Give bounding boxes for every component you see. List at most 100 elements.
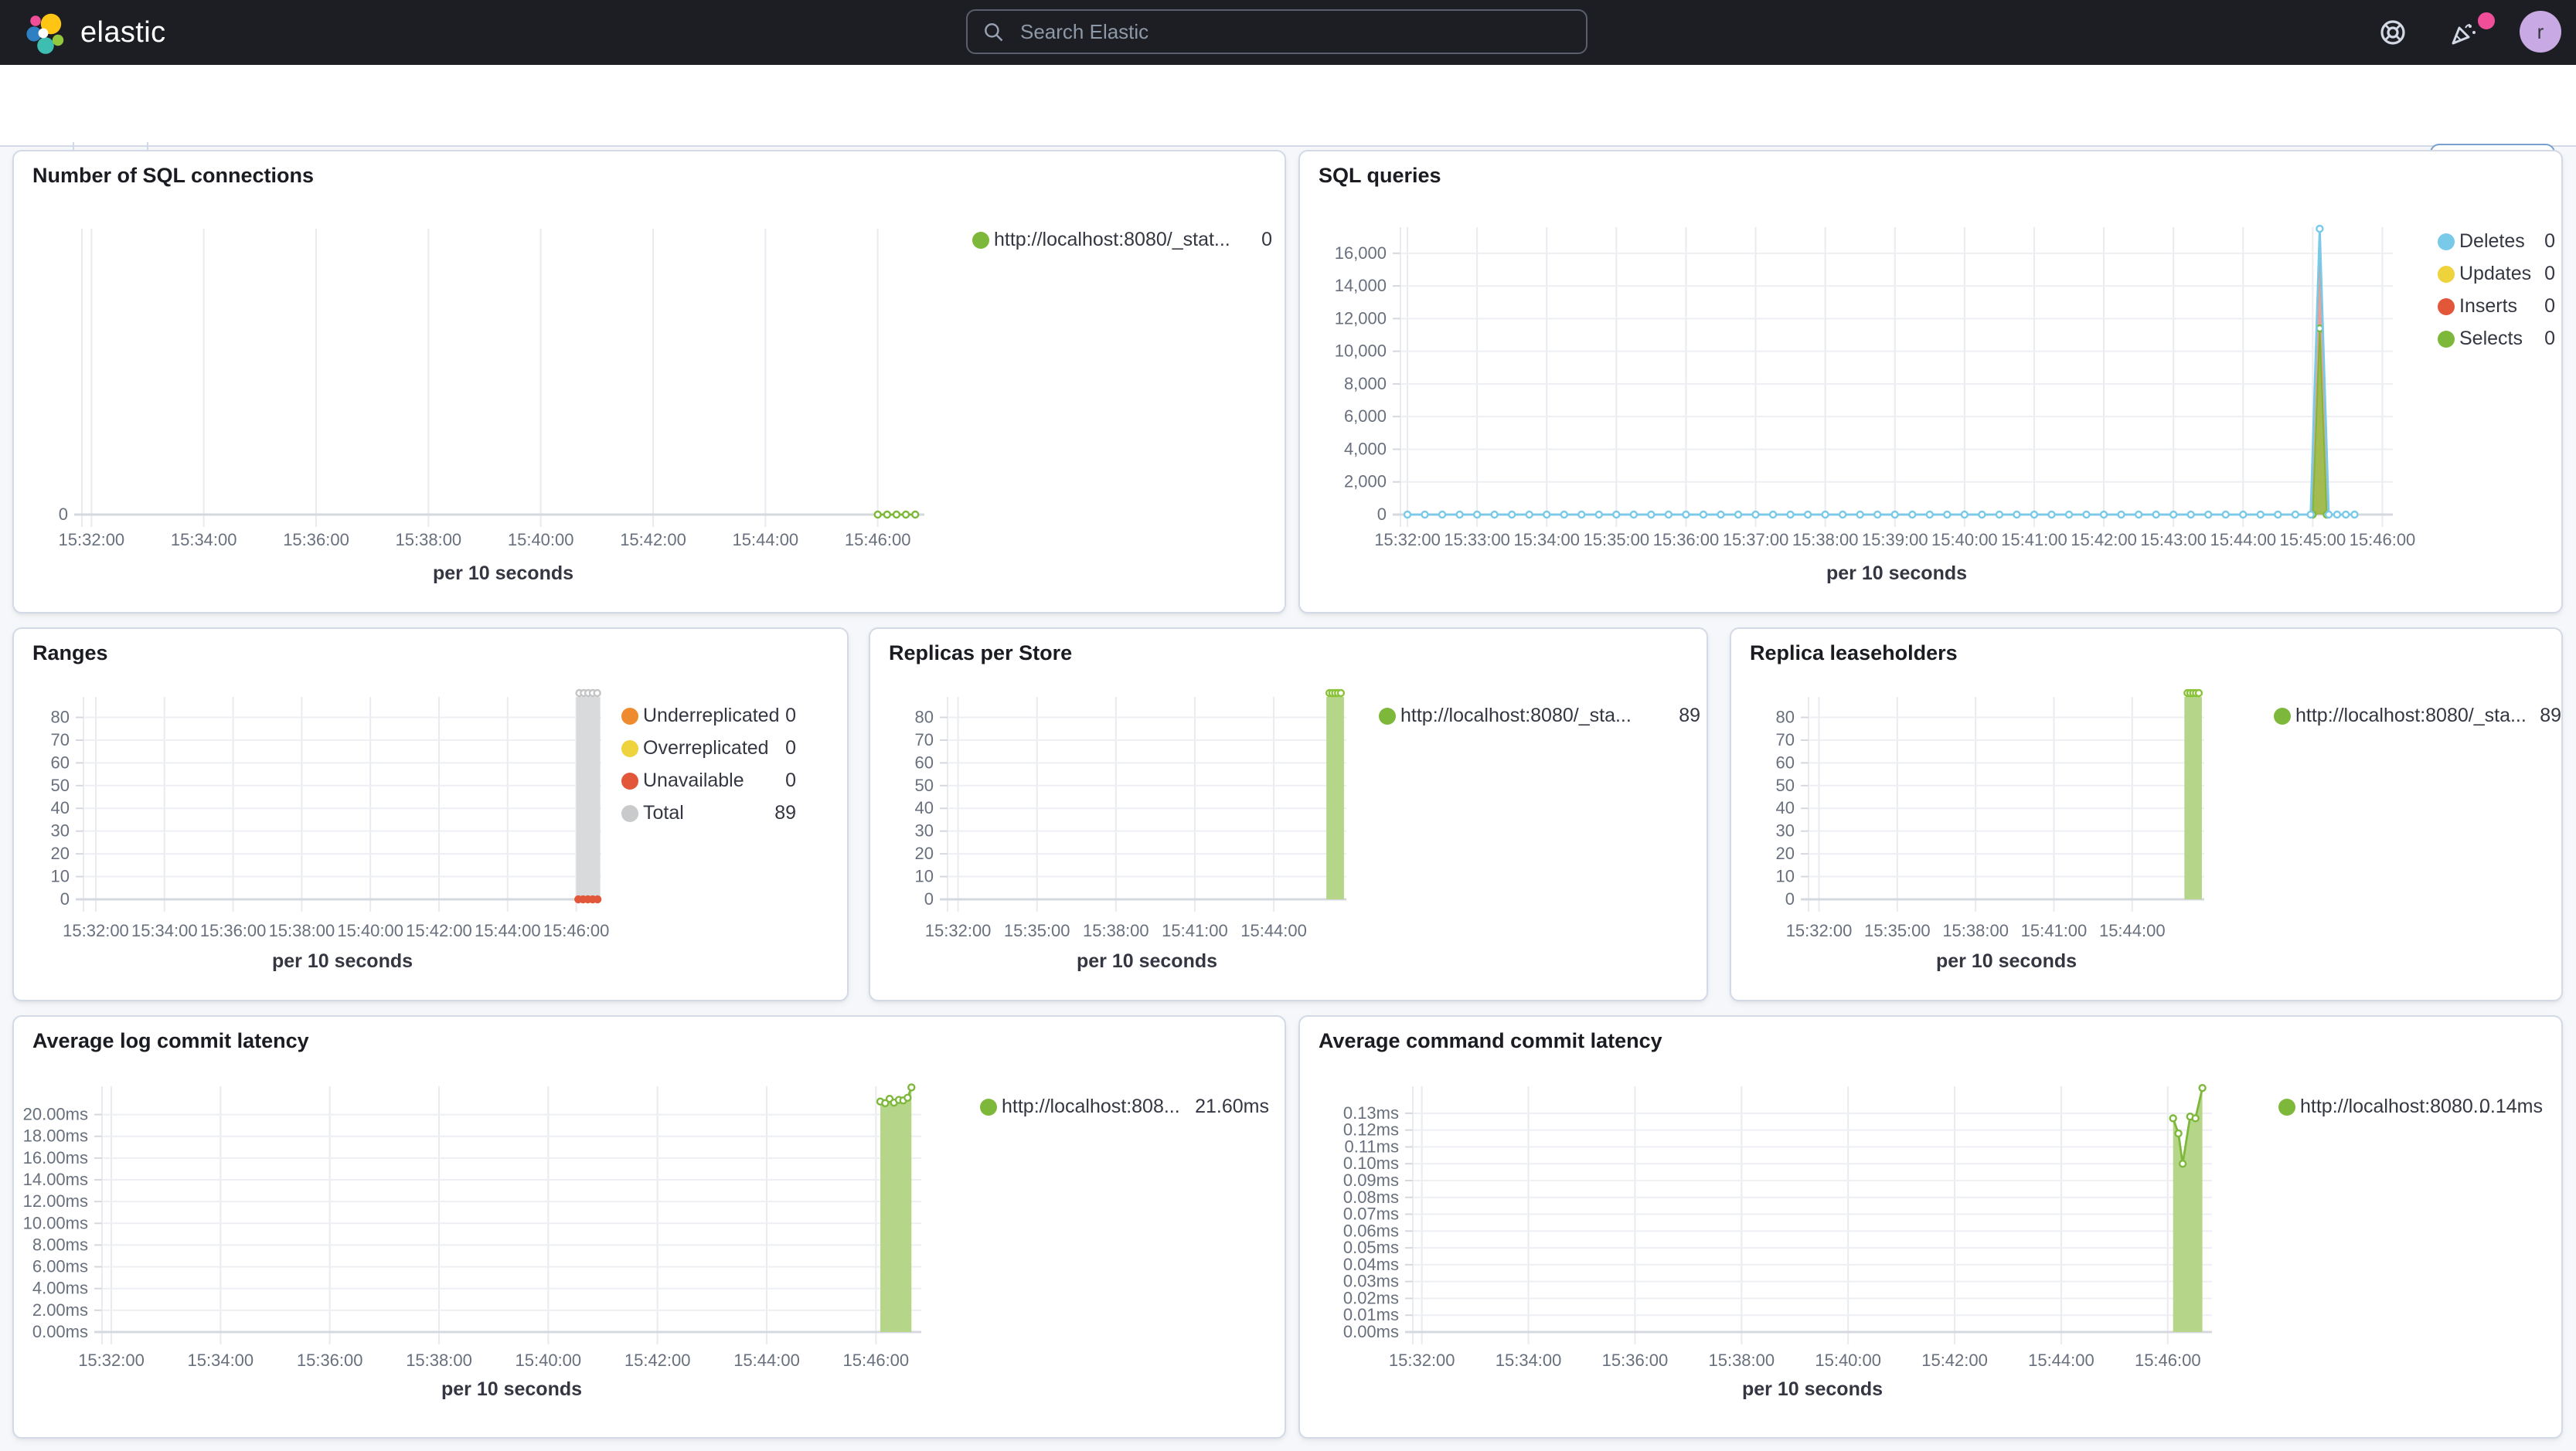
svg-text:20: 20 xyxy=(915,844,934,863)
svg-text:15:32:00: 15:32:00 xyxy=(78,1351,145,1370)
svg-text:0.10ms: 0.10ms xyxy=(1343,1154,1399,1173)
legend-item-http-localhost-8080-[interactable]: http://localhost:8080... 0.14ms xyxy=(1300,1096,2561,1119)
legend-value: 0 xyxy=(785,770,796,791)
newsfeed-icon[interactable] xyxy=(2450,19,2478,46)
svg-text:10: 10 xyxy=(1776,867,1795,886)
global-search[interactable] xyxy=(966,9,1587,54)
legend-item-unavailable[interactable]: Unavailable 0 xyxy=(14,770,847,793)
legend-item-deletes[interactable]: Deletes 0 xyxy=(1300,230,2561,253)
chart-sql-queries[interactable]: 0 2,000 4,000 6,000 8,000 10,000 12,000 14,000 1… xyxy=(1300,151,2561,612)
panel-title: Replica leaseholders xyxy=(1750,641,1958,664)
svg-text:15:38:00: 15:38:00 xyxy=(396,530,462,549)
svg-text:15:44:00: 15:44:00 xyxy=(733,1351,800,1370)
svg-text:15:36:00: 15:36:00 xyxy=(297,1351,363,1370)
svg-text:15:32:00: 15:32:00 xyxy=(925,921,992,940)
svg-text:15:37:00: 15:37:00 xyxy=(1723,530,1789,549)
svg-text:15:46:00: 15:46:00 xyxy=(843,1351,910,1370)
legend-item-updates[interactable]: Updates 0 xyxy=(1300,263,2561,286)
svg-text:0.00ms: 0.00ms xyxy=(1343,1322,1399,1341)
svg-text:20: 20 xyxy=(1776,844,1795,863)
legend-item-http-localhost-8080-stat-[interactable]: http://localhost:8080/_stat... 0 xyxy=(14,229,1285,252)
legend-item-overreplicated[interactable]: Overreplicated 0 xyxy=(14,737,847,760)
search-icon xyxy=(985,22,1003,41)
legend-item-total[interactable]: Total 89 xyxy=(14,802,847,825)
user-avatar[interactable]: r xyxy=(2520,11,2561,53)
panel-average-log-commit-latency: 0.00ms 2.00ms 4.00ms 6.00ms 8.00ms 10.00ms 12.… xyxy=(12,1015,1286,1439)
legend-series-dot xyxy=(972,232,989,249)
svg-text:30: 30 xyxy=(1776,821,1795,841)
svg-text:0.07ms: 0.07ms xyxy=(1343,1205,1399,1224)
legend-value: 0 xyxy=(2544,295,2555,317)
svg-text:15:38:00: 15:38:00 xyxy=(1942,921,2009,940)
chart-canvas-sql_queries: 02,0004,0006,0008,00010,00012,00014,0001… xyxy=(1335,224,2415,584)
svg-text:15:40:00: 15:40:00 xyxy=(337,921,403,940)
svg-text:15:34:00: 15:34:00 xyxy=(171,530,237,549)
svg-text:15:40:00: 15:40:00 xyxy=(1931,530,1998,549)
svg-text:2.00ms: 2.00ms xyxy=(32,1300,88,1320)
svg-text:per 10 seconds: per 10 seconds xyxy=(441,1378,582,1400)
legend-series-dot xyxy=(2274,708,2291,725)
legend-series-dot xyxy=(621,805,638,822)
svg-text:15:34:00: 15:34:00 xyxy=(1513,530,1580,549)
panel-ranges: 0 10 20 30 40 50 60 70 80 15:32:00 15:34:00 15:36:0… xyxy=(12,627,849,1001)
svg-text:70: 70 xyxy=(915,730,934,749)
svg-text:6.00ms: 6.00ms xyxy=(32,1257,88,1276)
svg-text:15:38:00: 15:38:00 xyxy=(1792,530,1859,549)
legend-series-dot xyxy=(621,708,638,725)
svg-text:0.08ms: 0.08ms xyxy=(1343,1188,1399,1207)
svg-text:15:32:00: 15:32:00 xyxy=(1786,921,1853,940)
svg-text:0.01ms: 0.01ms xyxy=(1343,1305,1399,1324)
svg-text:15:32:00: 15:32:00 xyxy=(1389,1351,1455,1370)
legend-value: 0 xyxy=(785,705,796,726)
svg-text:0.09ms: 0.09ms xyxy=(1343,1171,1399,1190)
legend-item-http-localhost-8080-sta-[interactable]: http://localhost:8080/_sta... 89 xyxy=(1731,705,2561,728)
legend-item-inserts[interactable]: Inserts 0 xyxy=(1300,295,2561,318)
brand-text: elastic xyxy=(80,17,166,49)
legend-item-http-localhost-8080-sta-[interactable]: http://localhost:8080/_sta... 89 xyxy=(870,705,1707,728)
svg-text:15:38:00: 15:38:00 xyxy=(1708,1351,1775,1370)
legend-item-http-localhost-808-[interactable]: http://localhost:808... 21.60ms xyxy=(14,1096,1285,1119)
chart-canvas-avg_log_commit_latency: 0.00ms 2.00ms 4.00ms 6.00ms 8.00ms 10.00ms 12.… xyxy=(23,1083,921,1400)
svg-text:15:40:00: 15:40:00 xyxy=(516,1351,582,1370)
svg-text:15:46:00: 15:46:00 xyxy=(845,530,911,549)
svg-text:15:45:00: 15:45:00 xyxy=(2280,530,2346,549)
svg-text:14.00ms: 14.00ms xyxy=(23,1170,88,1189)
notification-dot xyxy=(2475,9,2498,32)
svg-text:15:38:00: 15:38:00 xyxy=(269,921,335,940)
svg-text:15:44:00: 15:44:00 xyxy=(2028,1351,2094,1370)
svg-text:0: 0 xyxy=(1377,505,1387,524)
svg-text:30: 30 xyxy=(915,821,934,841)
search-input[interactable] xyxy=(1017,19,1570,45)
chart-replica-leaseholders[interactable]: 0 10 20 30 40 50 60 70 80 15:32:00 15:35:00 15:38:0… xyxy=(1731,629,2561,1000)
svg-text:15:42:00: 15:42:00 xyxy=(1921,1351,1988,1370)
legend-item-selects[interactable]: Selects 0 xyxy=(1300,328,2561,351)
panel-title: SQL queries xyxy=(1319,164,1441,187)
svg-text:per 10 seconds: per 10 seconds xyxy=(433,562,573,584)
svg-text:per 10 seconds: per 10 seconds xyxy=(1742,1378,1883,1400)
svg-text:15:44:00: 15:44:00 xyxy=(475,921,541,940)
svg-text:10.00ms: 10.00ms xyxy=(23,1213,88,1232)
svg-text:0.06ms: 0.06ms xyxy=(1343,1221,1399,1240)
chart-avg-log-commit-latency[interactable]: 0.00ms 2.00ms 4.00ms 6.00ms 8.00ms 10.00ms 12.… xyxy=(14,1017,1285,1437)
svg-text:15:35:00: 15:35:00 xyxy=(1004,921,1070,940)
legend-value: 89 xyxy=(1679,705,1700,726)
svg-text:15:34:00: 15:34:00 xyxy=(188,1351,254,1370)
panel-title: Replicas per Store xyxy=(889,641,1073,664)
panel-replicas-per-store: 0 10 20 30 40 50 60 70 80 15:32:00 15:35:00 15:38:0… xyxy=(869,627,1708,1001)
chart-avg-command-commit-latency[interactable]: 0.00ms 0.01ms 0.02ms 0.03ms 0.04ms 0.05ms 0.06… xyxy=(1300,1017,2561,1437)
legend-value: 0 xyxy=(2544,263,2555,284)
svg-text:15:46:00: 15:46:00 xyxy=(2135,1351,2201,1370)
svg-text:15:34:00: 15:34:00 xyxy=(1496,1351,1562,1370)
help-icon[interactable] xyxy=(2379,19,2407,46)
svg-text:0.04ms: 0.04ms xyxy=(1343,1255,1399,1274)
svg-text:15:41:00: 15:41:00 xyxy=(2021,921,2088,940)
svg-text:0: 0 xyxy=(924,889,934,909)
elastic-brand[interactable]: elastic xyxy=(22,11,166,57)
svg-text:per 10 seconds: per 10 seconds xyxy=(1826,562,1967,584)
svg-text:15:32:00: 15:32:00 xyxy=(63,921,129,940)
chart-canvas-avg_command_commit_latency: 0.00ms0.01ms0.02ms0.03ms0.04ms0.05ms0.06… xyxy=(1343,1083,2212,1400)
svg-text:0: 0 xyxy=(60,889,70,909)
chart-sql-connections[interactable]: 0 15:32:00 15:34:00 15:36:00 15:38:00 15:40:0… xyxy=(14,151,1285,612)
legend-item-underreplicated[interactable]: Underreplicated 0 xyxy=(14,705,847,728)
chart-replicas-per-store[interactable]: 0 10 20 30 40 50 60 70 80 15:32:00 15:35:00 15:38:0… xyxy=(870,629,1707,1000)
